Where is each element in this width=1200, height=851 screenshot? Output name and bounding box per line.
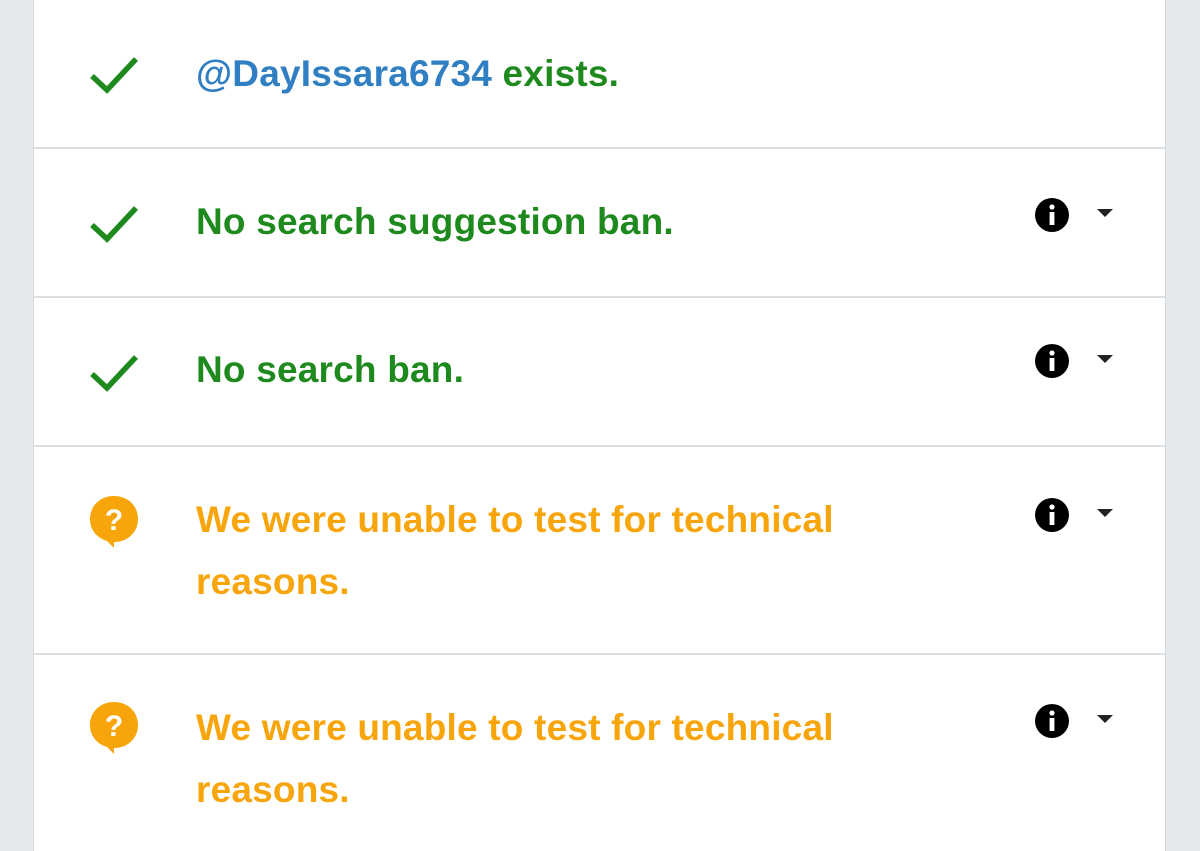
result-row-ghost-ban: ? We were unable to test for technical r… [34, 447, 1165, 655]
svg-text:?: ? [105, 504, 123, 537]
info-icon[interactable] [1034, 343, 1070, 379]
chevron-down-icon[interactable] [1096, 207, 1114, 219]
result-message: No search ban. [196, 349, 465, 390]
result-row-search-suggestion-ban: No search suggestion ban. [34, 149, 1165, 298]
chevron-down-icon[interactable] [1096, 353, 1114, 365]
details-toggle[interactable] [1034, 493, 1134, 537]
result-row-reply-deboosting: ? We were unable to test for technical r… [34, 655, 1165, 851]
results-card: @DayIssara6734 exists. No search suggest… [33, 0, 1166, 851]
result-message-text: exists. [492, 53, 620, 94]
result-message: We were unable to test for technical rea… [196, 499, 834, 602]
result-row-search-ban: No search ban. [34, 298, 1165, 447]
chevron-down-icon[interactable] [1096, 507, 1114, 519]
result-message: We were unable to test for technical rea… [196, 707, 834, 810]
chevron-down-icon[interactable] [1096, 713, 1114, 725]
details-toggle[interactable] [1034, 339, 1134, 383]
details-toggle[interactable] [1034, 193, 1134, 237]
result-message: @DayIssara6734 exists. [196, 43, 896, 105]
details-toggle[interactable] [1034, 699, 1134, 743]
question-bubble-icon: ? [90, 496, 138, 548]
result-message: No search suggestion ban. [196, 201, 674, 242]
info-icon[interactable] [1034, 497, 1070, 533]
svg-text:?: ? [105, 710, 123, 743]
result-row-exists: @DayIssara6734 exists. [34, 0, 1165, 149]
user-handle-link[interactable]: @DayIssara6734 [196, 53, 492, 94]
check-icon [90, 57, 139, 94]
info-icon[interactable] [1034, 703, 1070, 739]
check-icon [90, 206, 139, 243]
info-icon[interactable] [1034, 197, 1070, 233]
question-bubble-icon: ? [90, 702, 138, 754]
check-icon [90, 355, 139, 392]
